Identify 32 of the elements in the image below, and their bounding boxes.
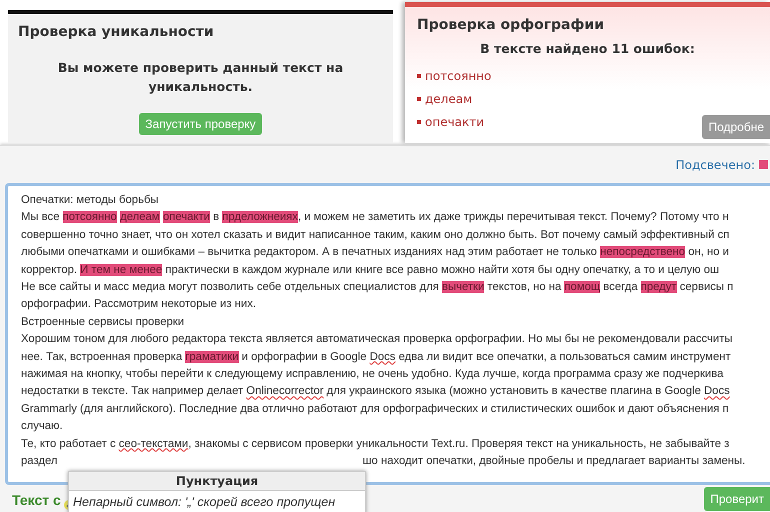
text-line: шо находит опечатки, двойные пробелы и предлагает варианты замены. [362,454,746,470]
text-line: нажимая на кнопку, чтобы перейти к следующему исправлению, не очень удобно. Куда лучше, когда программа сразу же подчеркива [21,367,724,382]
tooltip-message: Непарный символ: '„' скорей всего пропущен [72,494,336,511]
text-line: случаю. [21,419,64,434]
text-line: нее. Так, встроенная проверка граматики и орфографии в Google Docs едва ли видит все опечатки, а пользоваться самим инструмент [21,350,732,365]
text-line: Опечатки: методы борьбы [21,193,160,208]
text-line: любыми опечатками и ошибками – вычитка редактором. А в печатных изданиях над этим работает не только непосредствено он, но и [21,245,730,260]
error-word[interactable]: делеам [425,90,472,108]
text-line: недостатки в тексте. Так например делает Onlinecorrector для украинского языка (можно установить в качестве плагина в Google Docs [21,384,731,400]
text-line: Встроенные сервисы проверки [21,314,186,330]
tooltip-title: Пунктуация [69,472,365,491]
highlight-label: Подсвечено: [676,156,755,174]
text-line: орфографии. Рассмотрим некоторые из них. [21,297,257,312]
text-line: Те, кто работает с сео-текстами, знакомы с сервисом проверки уникальности Text.ru. Проверяя текст на уникальность, не забывайте з [21,436,730,452]
text-line: раздел [21,454,58,470]
bullet-icon [417,74,421,78]
section-title: Текст с [12,491,61,510]
error-word[interactable]: опечакти [425,112,484,131]
panel-title: Проверка уникальности [18,23,215,42]
error-summary: В тексте найдено 11 ошибок: [479,40,696,58]
panel-title: Проверка орфографии [417,16,605,35]
text-line: совершенно точно знает, что он хотел сказать и видит написанное таким, каким оно должно быть. Вот почему самый эффективный сп [21,228,730,243]
text-line: корректор. И тем не менее практически в каждом журнале или книге все равно можно найти хотя бы одну опечатку, а то и целую ош [21,262,720,278]
text-line: Grammarly (для английского). Последние два отлично работают для орфографических и стилистических ошибок и дают объяснения п [21,402,730,417]
text-line: Мы все потсоянно делеам опечакти в прделожнеиях, и можем не заметить их даже трижды перечитывая текст. Почему? Потому что н [21,210,730,226]
panel-message: Вы можете проверить данный текст на уникальность. [56,59,344,96]
text-line: Не все сайты и масс медиа могут позволить себе отдельных специалистов для вычетки текстов, но на помощ всегда предут сервисы п [21,280,734,296]
bullet-icon [417,120,421,124]
bullet-icon [417,96,421,101]
highlight-swatch-icon [759,160,768,169]
error-word[interactable]: потсоянно [425,66,492,85]
text-line: Хорошим тоном для любого редактора текста является автоматическая проверка орфографии. Но мы бы не рекомендовали рассчиты [21,332,734,348]
